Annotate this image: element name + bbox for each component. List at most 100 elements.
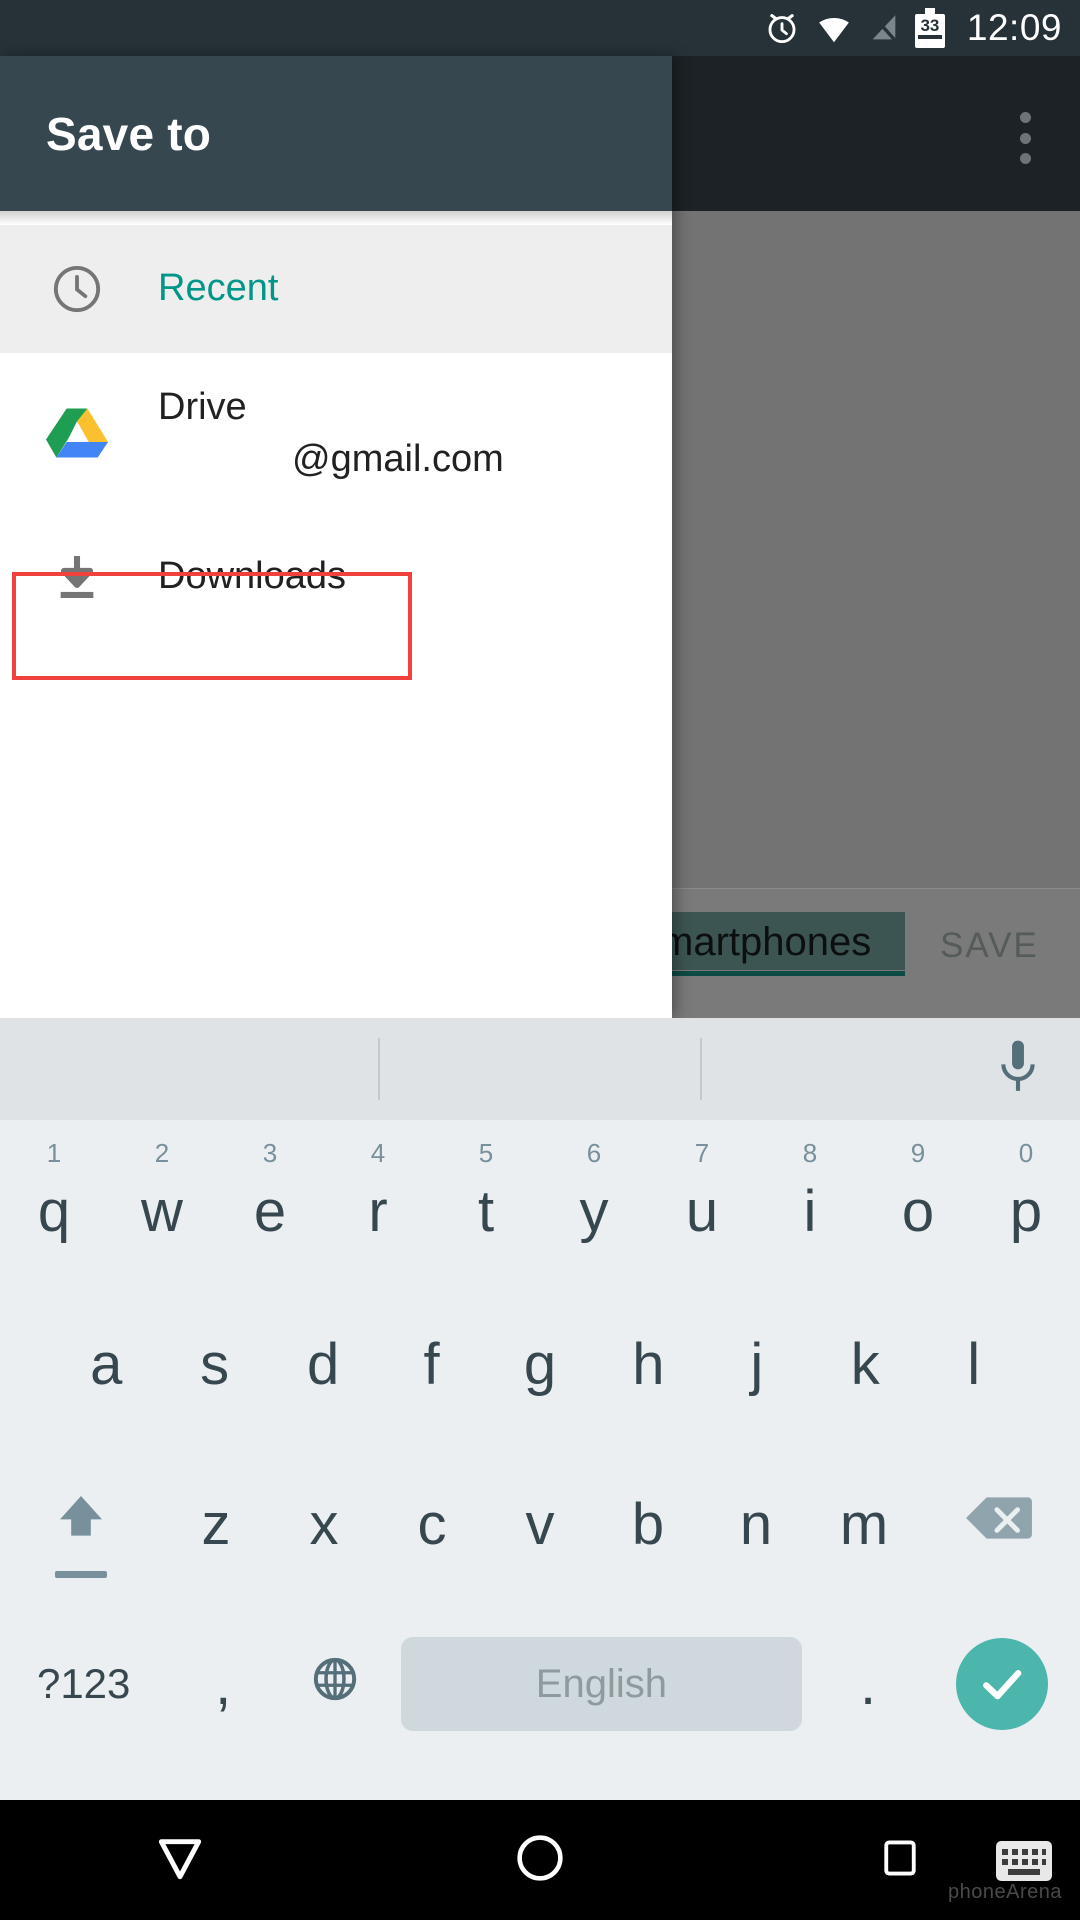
key-period[interactable]: .	[812, 1604, 924, 1764]
filename-input[interactable]: martphones	[660, 912, 905, 970]
key-label: p	[1009, 1178, 1043, 1244]
space-key[interactable]: English	[400, 1637, 803, 1731]
square-icon	[878, 1836, 922, 1885]
enter-key[interactable]	[924, 1638, 1080, 1730]
key-label: ,	[215, 1651, 232, 1717]
symbols-key[interactable]: ?123	[0, 1604, 167, 1764]
key-hint: 7	[694, 1138, 710, 1168]
key-label: s	[200, 1331, 230, 1397]
keyboard-row-3: z x c v b n m	[0, 1444, 1080, 1604]
key-label: k	[850, 1331, 880, 1397]
down-triangle-icon	[152, 1832, 208, 1889]
key-label: x	[309, 1491, 339, 1557]
key-label: y	[579, 1178, 609, 1244]
key-label: j	[750, 1331, 764, 1397]
soft-keyboard: 1q 2w 3e 4r 5t 6y 7u 8i 9o 0p a s d f g …	[0, 1018, 1080, 1800]
key-s[interactable]: s	[160, 1284, 268, 1444]
keyboard-row-1: 1q 2w 3e 4r 5t 6y 7u 8i 9o 0p	[0, 1124, 1080, 1284]
clock-icon	[40, 262, 114, 316]
key-q[interactable]: 1q	[0, 1124, 108, 1284]
filename-input-underline	[660, 971, 905, 976]
drawer-item-sublabel: @gmail.com	[292, 438, 504, 480]
key-j[interactable]: j	[703, 1284, 811, 1444]
wifi-icon	[815, 9, 853, 47]
suggestion-strip	[0, 1018, 1080, 1120]
key-h[interactable]: h	[594, 1284, 702, 1444]
key-label: u	[685, 1178, 719, 1244]
key-hint: 8	[802, 1138, 818, 1168]
drawer-item-downloads[interactable]: Downloads	[0, 513, 672, 641]
key-k[interactable]: k	[811, 1284, 919, 1444]
key-p[interactable]: 0p	[972, 1124, 1080, 1284]
key-label: m	[839, 1491, 889, 1557]
key-n[interactable]: n	[702, 1444, 810, 1604]
system-navigation-bar: phoneArena	[0, 1800, 1080, 1920]
key-hint: 5	[478, 1138, 494, 1168]
keyboard-rows: 1q 2w 3e 4r 5t 6y 7u 8i 9o 0p a s d f g …	[0, 1120, 1080, 1764]
key-t[interactable]: 5t	[432, 1124, 540, 1284]
drawer-item-label: Drive	[158, 386, 247, 428]
globe-key[interactable]	[279, 1604, 391, 1764]
key-c[interactable]: c	[378, 1444, 486, 1604]
key-v[interactable]: v	[486, 1444, 594, 1604]
key-comma[interactable]: ,	[167, 1604, 279, 1764]
key-b[interactable]: b	[594, 1444, 702, 1604]
shift-icon	[53, 1489, 109, 1559]
key-e[interactable]: 3e	[216, 1124, 324, 1284]
save-to-drawer: Save to Recent Drive @gmail.com Download…	[0, 56, 672, 1018]
key-hint: 0	[1018, 1138, 1034, 1168]
key-i[interactable]: 8i	[756, 1124, 864, 1284]
key-u[interactable]: 7u	[648, 1124, 756, 1284]
key-r[interactable]: 4r	[324, 1124, 432, 1284]
back-button[interactable]	[0, 1832, 360, 1889]
shift-indicator-bar	[55, 1571, 107, 1578]
keyboard-row-2: a s d f g h j k l	[0, 1284, 1080, 1444]
key-hint: 9	[910, 1138, 926, 1168]
drawer-title: Save to	[46, 107, 212, 160]
key-g[interactable]: g	[486, 1284, 594, 1444]
key-label: o	[901, 1178, 935, 1244]
download-icon	[40, 549, 114, 605]
battery-icon: 33	[914, 8, 945, 48]
key-f[interactable]: f	[377, 1284, 485, 1444]
key-label: h	[632, 1331, 665, 1397]
globe-icon	[310, 1651, 360, 1718]
key-label: r	[368, 1178, 388, 1244]
key-m[interactable]: m	[810, 1444, 918, 1604]
check-icon	[955, 1638, 1048, 1730]
key-label: c	[417, 1491, 447, 1557]
key-x[interactable]: x	[270, 1444, 378, 1604]
key-z[interactable]: z	[162, 1444, 270, 1604]
drawer-header-shadow	[0, 211, 672, 225]
overflow-dot	[1019, 153, 1031, 164]
key-y[interactable]: 6y	[540, 1124, 648, 1284]
microphone-icon[interactable]	[990, 1036, 1046, 1105]
backspace-key[interactable]	[918, 1444, 1080, 1604]
key-label: b	[631, 1491, 665, 1557]
key-o[interactable]: 9o	[864, 1124, 972, 1284]
drawer-item-recent[interactable]: Recent	[0, 225, 672, 353]
key-label: d	[306, 1331, 340, 1397]
key-hint: 6	[586, 1138, 602, 1168]
drawer-header: Save to	[0, 56, 672, 211]
key-label: .	[859, 1651, 877, 1717]
key-a[interactable]: a	[52, 1284, 160, 1444]
key-d[interactable]: d	[269, 1284, 377, 1444]
signal-off-icon	[867, 9, 901, 47]
key-label: l	[967, 1331, 981, 1397]
home-button[interactable]	[360, 1832, 720, 1889]
drawer-item-drive-text: Drive @gmail.com	[158, 381, 504, 485]
status-bar: 33 12:09	[0, 0, 1080, 56]
key-w[interactable]: 2w	[108, 1124, 216, 1284]
google-drive-icon	[40, 405, 114, 461]
overflow-menu[interactable]	[1003, 108, 1047, 168]
circle-icon	[514, 1832, 566, 1889]
drawer-item-label: Recent	[158, 267, 279, 310]
shift-key[interactable]	[0, 1444, 162, 1604]
keyboard-row-4: ?123 , English .	[0, 1604, 1080, 1764]
key-l[interactable]: l	[920, 1284, 1028, 1444]
overflow-dot	[1019, 112, 1031, 123]
drawer-list: Recent Drive @gmail.com Downloads	[0, 225, 672, 641]
drawer-item-drive[interactable]: Drive @gmail.com	[0, 353, 672, 513]
save-button[interactable]: SAVE	[940, 926, 1039, 966]
